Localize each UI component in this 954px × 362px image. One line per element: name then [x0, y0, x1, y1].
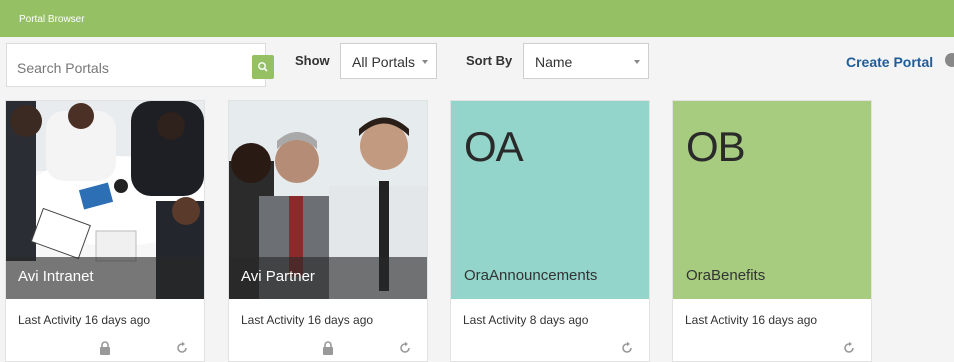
- portal-thumbnail: OA OraAnnouncements: [451, 101, 649, 299]
- title-bar: Portal Browser: [0, 0, 954, 37]
- portal-name: Avi Partner: [241, 268, 315, 285]
- window-title: Portal Browser: [19, 14, 85, 25]
- refresh-icon[interactable]: [842, 341, 856, 355]
- portal-thumbnail: OB OraBenefits: [673, 101, 871, 299]
- sort-select-value: Name: [535, 54, 573, 70]
- portal-initials: OA: [464, 123, 524, 170]
- refresh-icon[interactable]: [398, 341, 412, 355]
- last-activity: Last Activity 16 days ago: [685, 313, 818, 327]
- portal-name: OraBenefits: [686, 267, 766, 284]
- refresh-icon[interactable]: [620, 341, 634, 355]
- sort-select[interactable]: Name: [523, 43, 649, 79]
- portal-name: OraAnnouncements: [464, 267, 598, 284]
- show-select-value: All Portals: [352, 54, 416, 70]
- portal-card-oraannouncements[interactable]: OA OraAnnouncements Last Activity 8 days…: [450, 100, 650, 362]
- portal-initials: OB: [686, 123, 746, 170]
- refresh-icon[interactable]: [175, 341, 189, 355]
- portal-thumbnail: Avi Partner: [229, 101, 427, 299]
- portal-card-orabenefits[interactable]: OB OraBenefits Last Activity 16 days ago: [672, 100, 872, 362]
- portal-name: Avi Intranet: [18, 268, 94, 285]
- lock-icon: [323, 341, 333, 355]
- chevron-down-icon: [422, 60, 428, 64]
- search-icon: [258, 62, 268, 72]
- show-label: Show: [295, 53, 330, 68]
- search-box: [6, 43, 274, 87]
- search-input[interactable]: [17, 60, 237, 76]
- search-button[interactable]: [252, 55, 274, 79]
- lock-icon: [100, 341, 110, 355]
- last-activity: Last Activity 8 days ago: [463, 313, 589, 327]
- create-portal-link[interactable]: Create Portal: [846, 54, 933, 70]
- show-select[interactable]: All Portals: [340, 43, 437, 79]
- portal-card-avi-partner[interactable]: Avi Partner Last Activity 16 days ago: [228, 100, 428, 362]
- portal-thumbnail: Avi Intranet: [6, 101, 204, 299]
- last-activity: Last Activity 16 days ago: [18, 313, 151, 327]
- portal-card-avi-intranet[interactable]: Avi Intranet Last Activity 16 days ago: [5, 100, 205, 362]
- help-icon[interactable]: [945, 53, 954, 67]
- sort-label: Sort By: [466, 53, 513, 68]
- last-activity: Last Activity 16 days ago: [241, 313, 374, 327]
- chevron-down-icon: [634, 60, 640, 64]
